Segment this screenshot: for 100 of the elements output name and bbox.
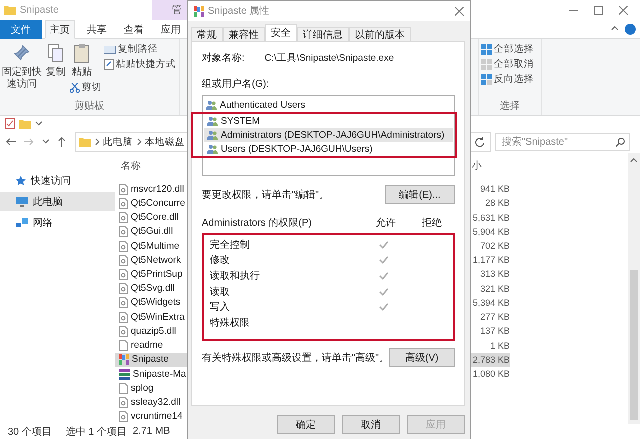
file-name[interactable]: Qt5WinExtra bbox=[131, 312, 185, 323]
file-name[interactable]: Qt5Widgets bbox=[131, 297, 181, 308]
chevron-icon bbox=[135, 138, 143, 146]
permissions-label: Administrators 的权限(P) bbox=[202, 216, 314, 230]
search-icon bbox=[616, 138, 625, 146]
select-option[interactable]: 全部选择 bbox=[481, 43, 534, 56]
gear-file-icon bbox=[119, 283, 128, 294]
ribbon-tab[interactable]: 共享 bbox=[82, 20, 112, 39]
chevron-icon bbox=[93, 138, 101, 146]
folder-icon bbox=[4, 5, 16, 15]
refresh-button[interactable] bbox=[469, 132, 491, 152]
history-caret-icon bbox=[42, 138, 50, 146]
breadcrumb[interactable]: 此电脑 bbox=[103, 136, 133, 148]
paste-shortcut-button[interactable]: 粘贴快捷方式 bbox=[104, 58, 176, 71]
user-item[interactable]: SYSTEM bbox=[204, 114, 453, 128]
edit-button[interactable]: 编辑(E)... bbox=[385, 185, 455, 204]
scrollbar[interactable] bbox=[628, 153, 640, 424]
clipboard-icon bbox=[72, 43, 92, 65]
file-name[interactable]: Qt5Svg.dll bbox=[131, 283, 175, 294]
dialog-button[interactable]: 确定 bbox=[277, 415, 335, 434]
network-icon bbox=[16, 218, 28, 228]
file-name[interactable]: Qt5Concurre bbox=[131, 198, 186, 209]
column-header[interactable]: 名称 bbox=[115, 159, 141, 173]
dialog-button[interactable]: 取消 bbox=[342, 415, 400, 434]
star-icon bbox=[16, 176, 26, 186]
shortcut-icon bbox=[104, 59, 114, 70]
advanced-hint: 有关特殊权限或高级设置，请单击"高级"。 bbox=[202, 352, 390, 364]
dialog-tab[interactable]: 兼容性 bbox=[223, 27, 265, 42]
search-field[interactable]: 搜索"Snipaste" bbox=[495, 133, 630, 151]
selection-size: 2.71 MB bbox=[133, 426, 170, 437]
file-name[interactable]: Snipaste bbox=[132, 354, 169, 366]
breadcrumb[interactable]: 本地磁盘 bbox=[145, 136, 185, 148]
pin-button[interactable]: 固定到快速访问 bbox=[2, 43, 42, 99]
file-name[interactable]: Snipaste-Ma bbox=[133, 368, 186, 380]
close-icon bbox=[455, 6, 464, 16]
file-name[interactable]: Qt5Multime bbox=[131, 240, 180, 252]
paste-button[interactable]: 粘贴 bbox=[70, 43, 94, 79]
users-icon bbox=[207, 144, 218, 154]
select-option[interactable]: 反向选择 bbox=[481, 73, 534, 86]
object-path: C:\工具\Snipaste\Snipaste.exe bbox=[264, 52, 394, 64]
path-icon bbox=[104, 46, 116, 54]
dialog-tab[interactable]: 以前的版本 bbox=[349, 27, 411, 42]
gear-file-icon bbox=[119, 254, 128, 266]
gear-file-icon bbox=[119, 268, 128, 280]
permission-name: 修改 bbox=[210, 254, 231, 268]
group-label: 剪贴板 bbox=[74, 100, 104, 113]
item-count: 30 个项目 bbox=[8, 426, 52, 438]
file-size: 5,631 KB bbox=[472, 212, 510, 223]
app-icon bbox=[119, 354, 129, 366]
scissors-icon bbox=[70, 82, 80, 92]
gear-file-icon bbox=[119, 326, 128, 337]
file-size: 1 KB bbox=[489, 340, 510, 351]
user-item[interactable]: Administrators (DESKTOP-JAJ6GUH\Administrators) bbox=[204, 128, 453, 142]
gear-file-icon bbox=[119, 226, 128, 238]
file-icon bbox=[119, 340, 128, 352]
maximize-icon[interactable] bbox=[594, 6, 603, 14]
ribbon-tab[interactable]: 文件 bbox=[0, 20, 42, 39]
column-header[interactable]: 小 bbox=[472, 159, 510, 173]
cut-button[interactable]: 剪切 bbox=[70, 81, 102, 94]
user-item[interactable]: Users (DESKTOP-JAJ6GUH\Users) bbox=[204, 142, 453, 156]
file-name[interactable]: Qt5Gui.dll bbox=[131, 226, 174, 238]
close-icon[interactable] bbox=[619, 6, 628, 14]
dropdown-icon bbox=[35, 120, 43, 128]
users-icon bbox=[207, 130, 218, 140]
file-name[interactable]: readme bbox=[131, 340, 164, 352]
advanced-button[interactable]: 高级(V) bbox=[389, 348, 455, 367]
user-item[interactable]: Authenticated Users bbox=[203, 98, 454, 112]
file-name[interactable]: Qt5PrintSup bbox=[131, 268, 183, 280]
nav-item[interactable]: 此电脑 bbox=[0, 192, 115, 211]
file-name[interactable]: msvcr120.dll bbox=[131, 184, 184, 195]
ribbon-tab[interactable]: 主页 bbox=[45, 20, 75, 39]
gear-file-icon bbox=[119, 198, 128, 209]
file-size: 1,177 KB bbox=[472, 255, 510, 266]
back-icon[interactable] bbox=[6, 138, 16, 146]
dialog-tab[interactable]: 常规 bbox=[191, 27, 223, 42]
ribbon-tab[interactable]: 应用 bbox=[156, 20, 186, 39]
nav-item[interactable]: 快速访问 bbox=[0, 171, 115, 190]
ribbon-tab[interactable]: 查看 bbox=[119, 20, 149, 39]
file-name[interactable]: ssleay32.dll bbox=[131, 397, 181, 408]
help-icon[interactable] bbox=[625, 24, 636, 34]
select-option[interactable]: 全部取消 bbox=[481, 58, 534, 71]
up-icon[interactable] bbox=[58, 137, 66, 147]
file-name[interactable]: Qt5Network bbox=[131, 254, 182, 266]
archive-icon bbox=[119, 368, 130, 380]
nav-item[interactable]: 网络 bbox=[0, 213, 115, 232]
file-icon bbox=[119, 382, 128, 394]
file-name[interactable]: vcruntime14 bbox=[131, 411, 183, 422]
permission-name: 完全控制 bbox=[210, 238, 251, 252]
file-name[interactable]: quazip5.dll bbox=[131, 326, 176, 337]
file-name[interactable]: splog bbox=[131, 382, 154, 394]
properties-icon[interactable] bbox=[5, 118, 15, 129]
dialog-title: Snipaste 属性 bbox=[208, 4, 270, 18]
collapse-icon bbox=[611, 25, 619, 33]
dialog-tab[interactable]: 安全 bbox=[265, 24, 297, 42]
copy-button[interactable]: 复制 bbox=[44, 43, 68, 99]
users-label: 组或用户名(G): bbox=[202, 78, 270, 91]
dialog-tab[interactable]: 详细信息 bbox=[297, 27, 349, 42]
deny-header: 拒绝 bbox=[421, 216, 443, 230]
copy-path-button[interactable]: 复制路径 bbox=[104, 43, 176, 56]
file-name[interactable]: Qt5Core.dll bbox=[131, 212, 180, 224]
